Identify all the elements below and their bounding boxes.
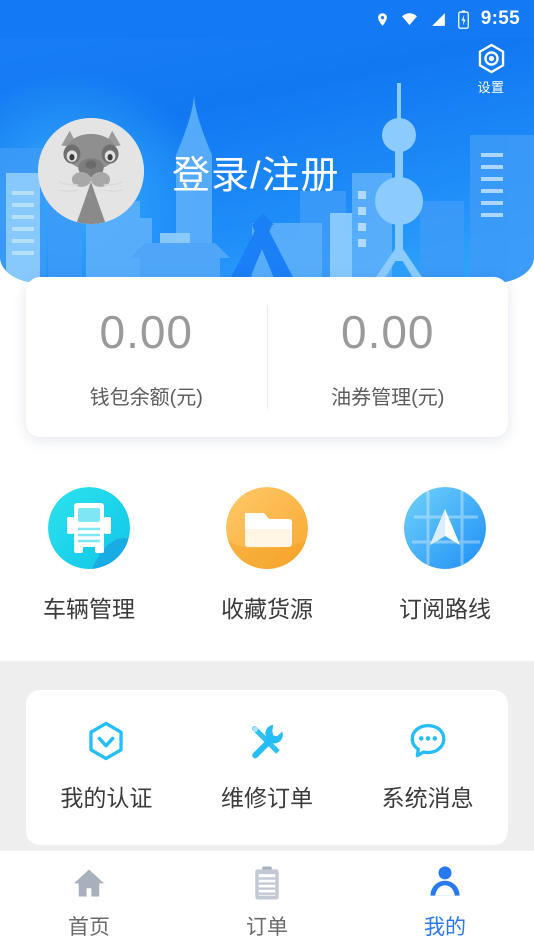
hexagon-gear-icon: [478, 43, 504, 74]
nav-label: 首页: [68, 916, 110, 939]
person-icon: [430, 866, 460, 896]
tool-label: 维修订单: [221, 785, 313, 811]
quick-action-label: 收藏货源: [221, 596, 313, 622]
wallet-balance-item[interactable]: 0.00 钱包余额(元): [26, 277, 267, 437]
wifi-icon: [399, 11, 420, 28]
nav-label: 我的: [424, 916, 466, 939]
fuel-coupon-item[interactable]: 0.00 油券管理(元): [268, 277, 509, 437]
settings-label: 设置: [477, 80, 505, 95]
cat-avatar: [38, 118, 144, 224]
fuel-coupon-label: 油券管理(元): [331, 386, 445, 409]
nav-item-orders[interactable]: 订单: [178, 851, 356, 950]
login-register-label: 登录/注册: [172, 154, 340, 197]
app-screen: 设置 登录/注册 0.00 钱包余额(元) 0.00 油券管理(元) 车辆管理 …: [0, 0, 534, 950]
battery-icon: [457, 9, 470, 29]
fuel-coupon-amount: 0.00: [340, 305, 435, 358]
tool-repair-order[interactable]: 维修订单: [187, 690, 348, 813]
chat-bubble-icon: [410, 723, 446, 758]
signal-icon: [429, 11, 448, 28]
tool-label: 我的认证: [60, 785, 153, 811]
tools-card: 我的认证 维修订单 系统消息: [26, 690, 508, 845]
quick-action-subscribe-route[interactable]: 订阅路线: [356, 487, 534, 624]
bottom-navigation: 首页 订单 我的: [0, 850, 534, 950]
nav-label: 订单: [246, 916, 288, 939]
clipboard-icon: [255, 866, 279, 900]
folder-icon: [226, 487, 308, 569]
nav-item-profile[interactable]: 我的: [356, 851, 534, 950]
tool-my-certification[interactable]: 我的认证: [26, 690, 187, 813]
home-icon: [73, 869, 105, 897]
tool-system-message[interactable]: 系统消息: [347, 690, 508, 813]
navigation-arrow-icon: [404, 487, 486, 569]
settings-button[interactable]: 设置: [462, 42, 520, 96]
avatar[interactable]: [38, 118, 144, 224]
nav-item-home[interactable]: 首页: [0, 851, 178, 950]
hexagon-check-icon: [89, 721, 124, 761]
quick-actions-row: 车辆管理 收藏货源 订阅路线: [0, 487, 534, 624]
wallet-balance-amount: 0.00: [99, 305, 194, 358]
tool-label: 系统消息: [381, 785, 474, 811]
location-pin-icon: [375, 10, 390, 29]
quick-action-label: 订阅路线: [399, 596, 491, 622]
status-time: 9:55: [480, 8, 520, 29]
login-register-row[interactable]: 登录/注册: [38, 118, 340, 224]
wrench-screwdriver-icon: [252, 724, 283, 759]
quick-action-vehicle-management[interactable]: 车辆管理: [0, 487, 178, 624]
wallet-card: 0.00 钱包余额(元) 0.00 油券管理(元): [26, 277, 508, 437]
quick-action-label: 车辆管理: [43, 596, 135, 622]
quick-action-favorite-cargo[interactable]: 收藏货源: [178, 487, 356, 624]
wallet-balance-label: 钱包余额(元): [89, 386, 203, 409]
status-bar: 9:55: [0, 0, 534, 38]
truck-icon: [48, 487, 130, 569]
